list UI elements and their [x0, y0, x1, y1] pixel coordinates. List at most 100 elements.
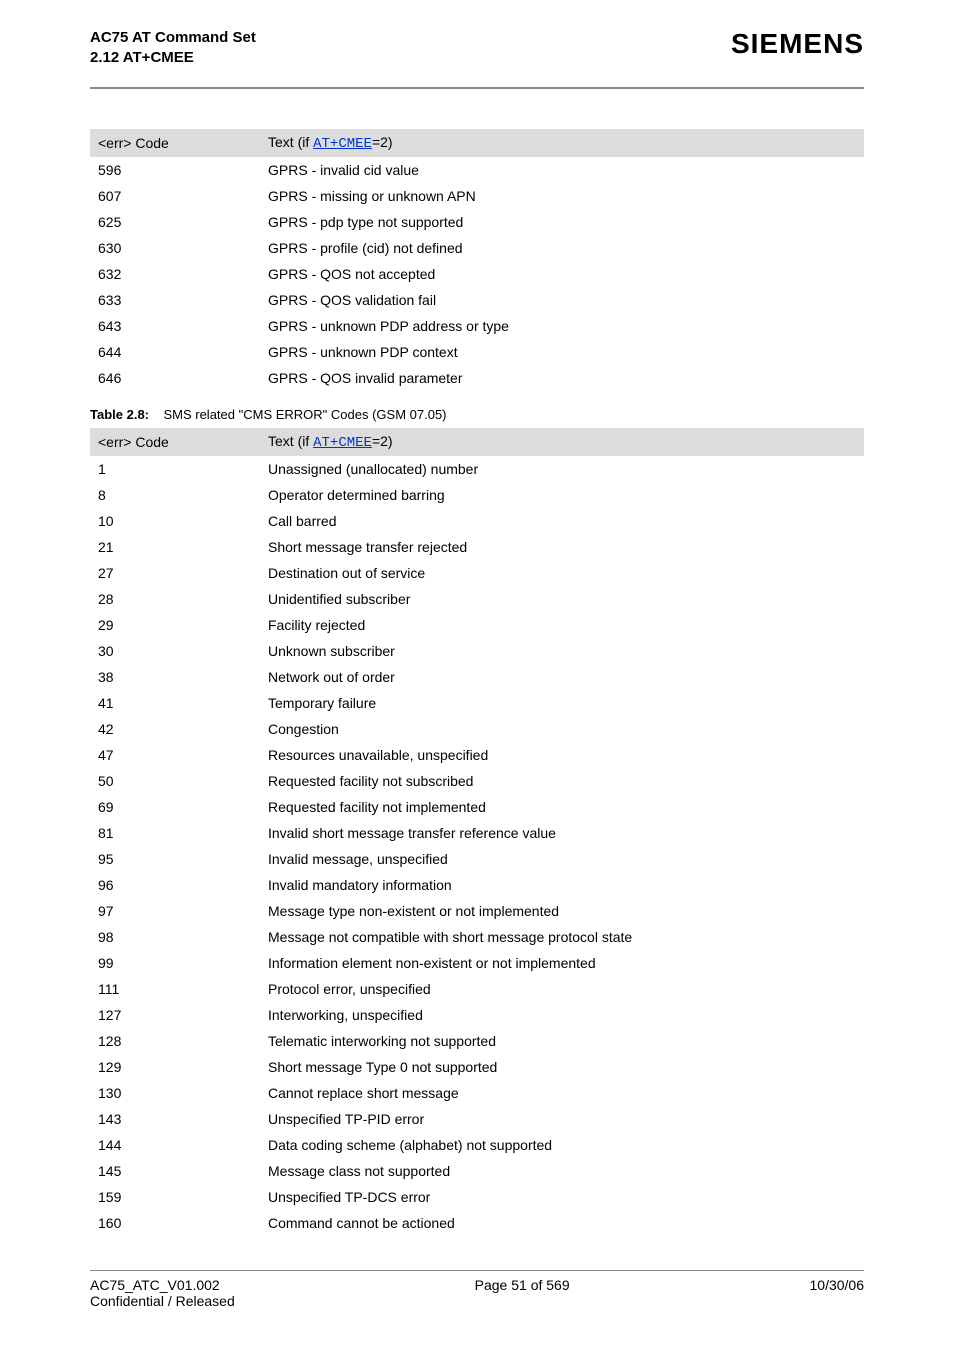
- err-text-cell: GPRS - pdp type not supported: [260, 209, 864, 235]
- table-header-row: <err> Code Text (if AT+CMEE=2): [90, 428, 864, 456]
- err-code-cell: 625: [90, 209, 260, 235]
- err-code-cell: 99: [90, 950, 260, 976]
- caption-label: Table 2.8:: [90, 407, 149, 422]
- table-header-text: Text (if AT+CMEE=2): [260, 129, 864, 157]
- table-row: 145Message class not supported: [90, 1158, 864, 1184]
- err-code-cell: 38: [90, 664, 260, 690]
- err-code-cell: 145: [90, 1158, 260, 1184]
- footer-page-number: Page 51 of 569: [235, 1277, 810, 1309]
- table-row: 625GPRS - pdp type not supported: [90, 209, 864, 235]
- table-row: 99Information element non-existent or no…: [90, 950, 864, 976]
- err-text-cell: Requested facility not subscribed: [260, 768, 864, 794]
- err-code-cell: 129: [90, 1054, 260, 1080]
- err-text-cell: Unidentified subscriber: [260, 586, 864, 612]
- err-code-cell: 159: [90, 1184, 260, 1210]
- err-code-cell: 27: [90, 560, 260, 586]
- err-text-cell: GPRS - QOS invalid parameter: [260, 365, 864, 391]
- table-row: 30Unknown subscriber: [90, 638, 864, 664]
- err-code-cell: 632: [90, 261, 260, 287]
- header-text-suffix: =2): [372, 433, 393, 449]
- err-text-cell: Message type non-existent or not impleme…: [260, 898, 864, 924]
- err-code-cell: 41: [90, 690, 260, 716]
- table-row: 38Network out of order: [90, 664, 864, 690]
- err-text-cell: GPRS - missing or unknown APN: [260, 183, 864, 209]
- document-page: AC75 AT Command Set 2.12 AT+CMEE SIEMENS…: [0, 0, 954, 1329]
- table-row: 50Requested facility not subscribed: [90, 768, 864, 794]
- table-row: 27Destination out of service: [90, 560, 864, 586]
- table-row: 128Telematic interworking not supported: [90, 1028, 864, 1054]
- table-row: 8Operator determined barring: [90, 482, 864, 508]
- table-row: 129Short message Type 0 not supported: [90, 1054, 864, 1080]
- table-header-row: <err> Code Text (if AT+CMEE=2): [90, 129, 864, 157]
- footer-confidentiality: Confidential / Released: [90, 1293, 235, 1309]
- err-text-cell: Resources unavailable, unspecified: [260, 742, 864, 768]
- err-text-cell: Data coding scheme (alphabet) not suppor…: [260, 1132, 864, 1158]
- err-text-cell: Short message transfer rejected: [260, 534, 864, 560]
- table-header-code: <err> Code: [90, 129, 260, 157]
- table-row: 159Unspecified TP-DCS error: [90, 1184, 864, 1210]
- table-row: 111Protocol error, unspecified: [90, 976, 864, 1002]
- table-row: 69Requested facility not implemented: [90, 794, 864, 820]
- brand-logo: SIEMENS: [731, 28, 864, 60]
- err-text-cell: Message class not supported: [260, 1158, 864, 1184]
- table-row: 646GPRS - QOS invalid parameter: [90, 365, 864, 391]
- err-code-cell: 50: [90, 768, 260, 794]
- table-row: 632GPRS - QOS not accepted: [90, 261, 864, 287]
- err-code-cell: 127: [90, 1002, 260, 1028]
- table-row: 97Message type non-existent or not imple…: [90, 898, 864, 924]
- table-header-code: <err> Code: [90, 428, 260, 456]
- err-text-cell: Temporary failure: [260, 690, 864, 716]
- at-cmee-link[interactable]: AT+CMEE: [313, 136, 372, 152]
- err-code-cell: 607: [90, 183, 260, 209]
- err-text-cell: GPRS - QOS not accepted: [260, 261, 864, 287]
- err-text-cell: GPRS - QOS validation fail: [260, 287, 864, 313]
- err-text-cell: Telematic interworking not supported: [260, 1028, 864, 1054]
- err-code-cell: 130: [90, 1080, 260, 1106]
- table-row: 630GPRS - profile (cid) not defined: [90, 235, 864, 261]
- err-text-cell: Network out of order: [260, 664, 864, 690]
- table-row: 29Facility rejected: [90, 612, 864, 638]
- err-text-cell: Short message Type 0 not supported: [260, 1054, 864, 1080]
- header-text-suffix: =2): [372, 134, 393, 150]
- err-code-cell: 644: [90, 339, 260, 365]
- table-row: 96Invalid mandatory information: [90, 872, 864, 898]
- header-text-prefix: Text (if: [268, 134, 313, 150]
- err-code-cell: 95: [90, 846, 260, 872]
- table-header-text: Text (if AT+CMEE=2): [260, 428, 864, 456]
- err-text-cell: Unspecified TP-PID error: [260, 1106, 864, 1132]
- err-text-cell: Invalid mandatory information: [260, 872, 864, 898]
- err-code-cell: 643: [90, 313, 260, 339]
- err-text-cell: Facility rejected: [260, 612, 864, 638]
- at-cmee-link[interactable]: AT+CMEE: [313, 435, 372, 451]
- table-row: 160Command cannot be actioned: [90, 1210, 864, 1236]
- cms-error-table: <err> Code Text (if AT+CMEE=2) 1Unassign…: [90, 428, 864, 1236]
- err-code-cell: 128: [90, 1028, 260, 1054]
- table-row: 10Call barred: [90, 508, 864, 534]
- header-title: AC75 AT Command Set 2.12 AT+CMEE: [90, 28, 256, 69]
- err-text-cell: GPRS - unknown PDP address or type: [260, 313, 864, 339]
- err-text-cell: Protocol error, unspecified: [260, 976, 864, 1002]
- err-code-cell: 10: [90, 508, 260, 534]
- table-row: 98Message not compatible with short mess…: [90, 924, 864, 950]
- err-code-cell: 630: [90, 235, 260, 261]
- table-row: 1Unassigned (unallocated) number: [90, 456, 864, 482]
- err-text-cell: Destination out of service: [260, 560, 864, 586]
- page-footer: AC75_ATC_V01.002 Confidential / Released…: [90, 1271, 864, 1309]
- err-code-cell: 96: [90, 872, 260, 898]
- footer-date: 10/30/06: [810, 1277, 865, 1309]
- table-row: 21Short message transfer rejected: [90, 534, 864, 560]
- gprs-error-table: <err> Code Text (if AT+CMEE=2) 596GPRS -…: [90, 129, 864, 391]
- spacer: [90, 89, 864, 129]
- table-row: 130Cannot replace short message: [90, 1080, 864, 1106]
- err-text-cell: Cannot replace short message: [260, 1080, 864, 1106]
- err-code-cell: 596: [90, 157, 260, 183]
- err-text-cell: Call barred: [260, 508, 864, 534]
- table-row: 596GPRS - invalid cid value: [90, 157, 864, 183]
- err-code-cell: 144: [90, 1132, 260, 1158]
- err-text-cell: GPRS - unknown PDP context: [260, 339, 864, 365]
- err-text-cell: Unassigned (unallocated) number: [260, 456, 864, 482]
- err-code-cell: 21: [90, 534, 260, 560]
- err-code-cell: 30: [90, 638, 260, 664]
- err-text-cell: Command cannot be actioned: [260, 1210, 864, 1236]
- table-caption: Table 2.8: SMS related "CMS ERROR" Codes…: [90, 407, 864, 422]
